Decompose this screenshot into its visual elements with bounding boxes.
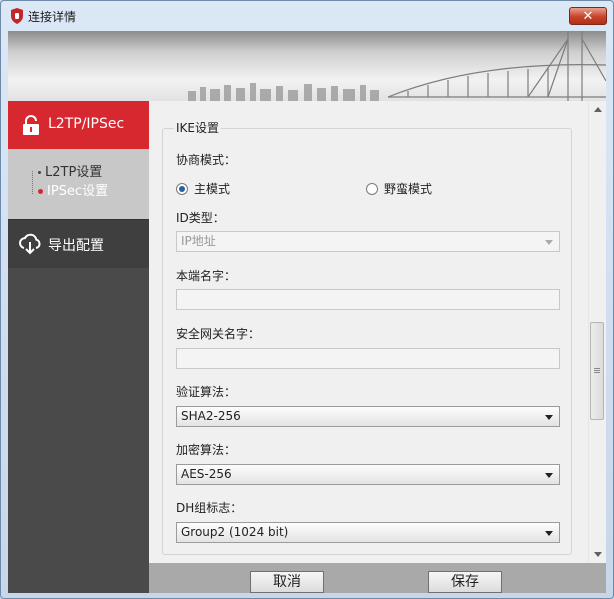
local-name-label: 本端名字： (176, 269, 237, 283)
chevron-down-icon (545, 473, 553, 478)
chevron-down-icon (545, 531, 553, 536)
radio-checked-icon (176, 182, 188, 195)
gateway-name-label: 安全网关名字： (176, 327, 261, 341)
id-type-select[interactable]: IP地址 (176, 231, 560, 252)
shield-icon (11, 8, 23, 24)
grip-icon (594, 368, 600, 369)
sidebar-item-l2tp-settings[interactable]: L2TP设置 (38, 161, 102, 180)
banner-image (8, 31, 606, 101)
sidebar-item-export[interactable]: 导出配置 (8, 219, 149, 268)
group-title: IKE设置 (174, 119, 221, 136)
sidebar-item-l2tp-ipsec[interactable]: L2TP/IPSec (8, 101, 149, 149)
chevron-down-icon (545, 240, 553, 245)
encryption-algorithm-select[interactable]: AES-256 (176, 464, 560, 485)
settings-panel: IKE设置 协商模式： 主模式 野蛮模式 ID类型： IP地址 本端名字： 安全… (149, 101, 606, 563)
cloud-download-icon (19, 233, 41, 255)
auth-algorithm-label: 验证算法： (176, 385, 237, 399)
negotiation-mode-label: 协商模式： (176, 153, 237, 167)
lock-icon (23, 115, 39, 135)
gateway-name-input[interactable] (176, 348, 560, 369)
auth-algorithm-select[interactable]: SHA2-256 (176, 406, 560, 427)
cancel-button[interactable]: 取消 (250, 571, 324, 593)
tree-line (32, 171, 34, 194)
local-name-input[interactable] (176, 289, 560, 310)
sidebar-subnav: L2TP设置 IPSec设置 (8, 149, 149, 219)
sidebar-item-ipsec-settings[interactable]: IPSec设置 (38, 180, 108, 199)
chevron-down-icon (545, 415, 553, 420)
bullet-icon (38, 171, 41, 174)
title-bar[interactable]: 连接详情 ✕ (1, 1, 613, 31)
scroll-thumb[interactable] (590, 322, 604, 420)
vertical-scrollbar[interactable] (588, 101, 606, 563)
sidebar-item-label: 导出配置 (48, 238, 104, 254)
window-title: 连接详情 (28, 10, 77, 24)
save-button[interactable]: 保存 (428, 571, 502, 593)
radio-aggressive-mode[interactable]: 野蛮模式 (366, 180, 432, 197)
scroll-up-icon[interactable] (594, 107, 602, 112)
dialog-window: 连接详情 ✕ L2TP/IPSec L2TP设置 IPSec设置 导出配置 IK… (0, 0, 614, 599)
scroll-down-icon[interactable] (594, 552, 602, 557)
footer-bar: 取消 保存 (149, 563, 606, 593)
sidebar-item-label: L2TP/IPSec (48, 116, 125, 132)
id-type-label: ID类型： (176, 211, 225, 225)
encryption-algorithm-label: 加密算法： (176, 443, 237, 457)
client-area: L2TP/IPSec L2TP设置 IPSec设置 导出配置 IKE设置 协商模… (8, 31, 606, 593)
bullet-icon (38, 189, 43, 194)
dh-group-select[interactable]: Group2 (1024 bit) (176, 522, 560, 543)
radio-main-mode[interactable]: 主模式 (176, 180, 230, 197)
dh-group-label: DH组标志： (176, 501, 243, 515)
close-button[interactable]: ✕ (569, 7, 607, 25)
radio-unchecked-icon (366, 182, 378, 195)
sidebar: L2TP/IPSec L2TP设置 IPSec设置 导出配置 (8, 101, 149, 593)
